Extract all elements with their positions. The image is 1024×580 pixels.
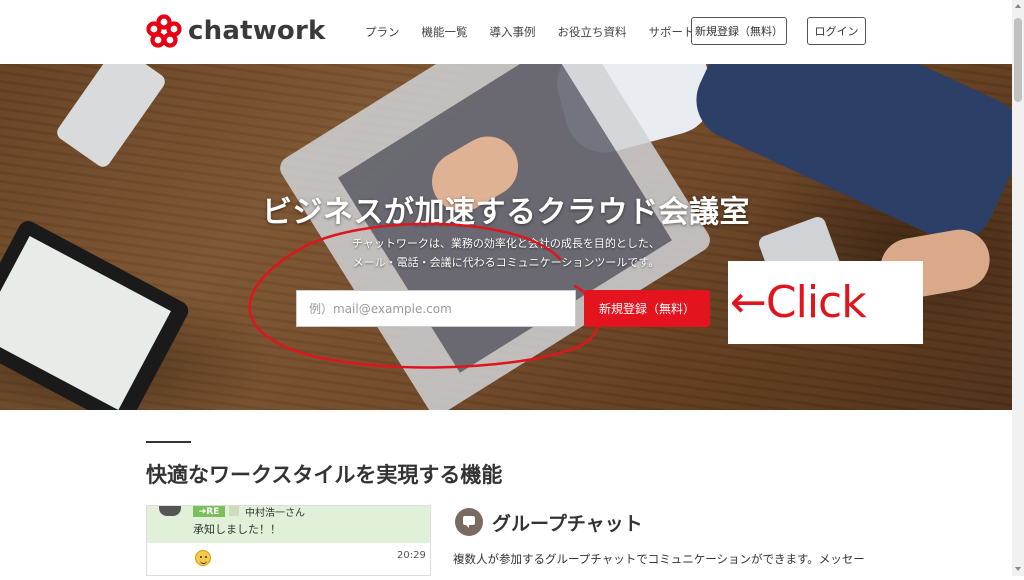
logo-text: chatwork [188,16,326,46]
group-chat-title: グループチャット [492,513,643,535]
reply-badge: ➔ RE [193,506,225,517]
reply-badge-text: RE [206,506,220,517]
nav-support[interactable]: サポート [649,24,695,40]
section-divider [146,441,191,443]
group-chat-icon [455,508,483,536]
scroll-down-arrow-icon[interactable] [1015,567,1021,571]
mention-name: 中村浩一さん [245,508,305,519]
chat-message: ➔ RE 中村浩一さん 承知しました！！ [147,506,430,543]
page-scrollbar[interactable] [1012,0,1024,576]
scroll-up-arrow-icon[interactable] [1015,4,1021,8]
avatar [159,506,181,516]
reply-arrow-icon: ➔ [198,506,207,517]
smile-emoji-icon [195,550,211,566]
features-section-title: 快適なワークスタイルを実現する機能 [146,463,503,487]
mini-avatar [229,506,239,516]
red-circle-annotation [248,222,600,369]
site-header: chatwork プラン 機能一覧 導入事例 お役立ち資料 サポート 新規登録（… [0,0,1012,64]
nav-case-studies[interactable]: 導入事例 [490,24,536,40]
hero-section: ビジネスが加速するクラウド会議室 チャットワークは、業務の効率化と会社の成長を目… [0,64,1012,410]
chat-preview-card: ➔ RE 中村浩一さん 承知しました！！ 20:29 [146,505,431,576]
nav-plan[interactable]: プラン [365,24,400,40]
login-button[interactable]: ログイン [807,17,866,45]
nav-resources[interactable]: お役立ち資料 [558,24,627,40]
chatwork-logo-icon [146,14,182,48]
main-nav: プラン 機能一覧 導入事例 お役立ち資料 サポート [365,24,717,40]
logo[interactable]: chatwork [146,14,326,48]
header-signup-button[interactable]: 新規登録（無料） [691,17,787,45]
chat-timestamp: 20:29 [397,550,426,561]
scrollbar-thumb[interactable] [1014,18,1022,102]
nav-features[interactable]: 機能一覧 [422,24,468,40]
click-annotation: ←Click [728,261,923,344]
chat-message-text: 承知しました！！ [193,523,281,536]
click-annotation-text: ←Click [730,277,867,328]
